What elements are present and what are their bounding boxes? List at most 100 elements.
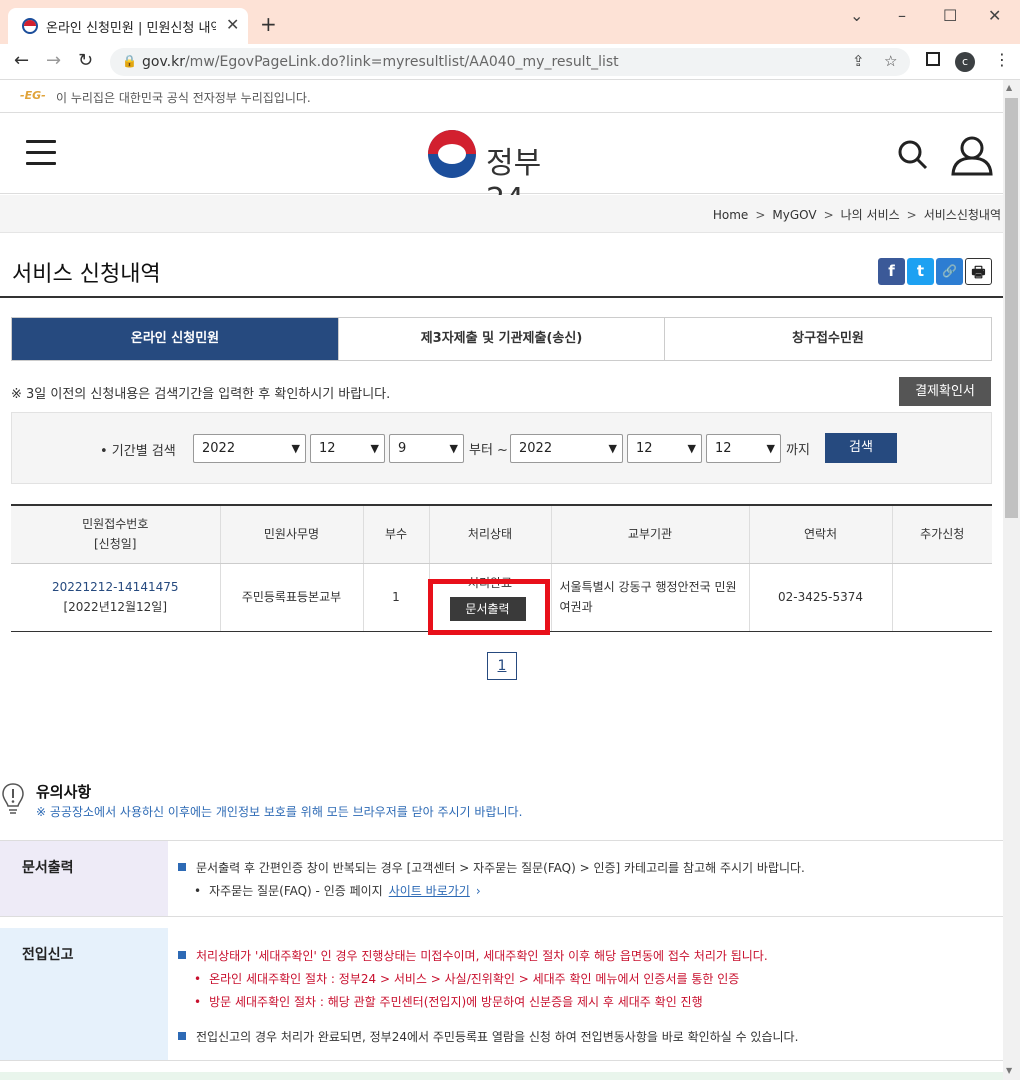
lock-icon[interactable]: 🔒 — [122, 54, 137, 68]
caution-title: 유의사항 — [36, 783, 92, 801]
scroll-down-icon[interactable]: ▼ — [1006, 1066, 1012, 1075]
address-bar[interactable]: 🔒 gov.kr/mw/EgovPageLink.do?link=myresul… — [110, 48, 910, 76]
info-doc-print-line1: 문서출력 후 간편인증 창이 반복되는 경우 [고객센터 > 자주묻는 질문(F… — [178, 859, 805, 876]
user-login-icon[interactable] — [950, 136, 994, 176]
twitter-icon[interactable]: t — [907, 258, 934, 285]
copy-link-icon[interactable]: 🔗 — [936, 258, 963, 285]
info-move-in-line3: • 방문 세대주확인 절차 : 해당 관할 주민센터(전입지)에 방문하여 신분증… — [194, 995, 703, 1009]
info-move-in-line1: 처리상태가 '세대주확인' 인 경우 진행상태는 미접수이며, 세대주확인 절차… — [178, 947, 768, 964]
caution-bulb-icon — [2, 783, 24, 814]
site-header: 정부24 — [0, 114, 1003, 217]
scroll-up-icon[interactable]: ▲ — [1006, 83, 1012, 92]
scrollbar-thumb[interactable] — [1005, 98, 1018, 518]
browser-menu-icon[interactable]: ⋮ — [994, 50, 1010, 69]
col-service-name: 민원사무명 — [220, 504, 364, 564]
forward-arrow-icon[interactable]: → — [46, 50, 61, 71]
info-move-in: 전입신고 처리상태가 '세대주확인' 인 경우 진행상태는 미접수이며, 세대주… — [0, 928, 1003, 1061]
service-name: 주민등록표등본교부 — [220, 563, 364, 632]
receipt-cell: 20221212-14141475 [2022년12월12일] — [11, 563, 221, 632]
url-text: gov.kr/mw/EgovPageLink.do?link=myresultl… — [142, 54, 619, 70]
address-toolbar: ← → ↻ 🔒 gov.kr/mw/EgovPageLink.do?link=m… — [0, 44, 1020, 80]
square-bullet-icon — [178, 951, 186, 959]
chevron-down-icon: ▼ — [608, 442, 617, 455]
col-issuing-org: 교부기관 — [551, 504, 750, 564]
period-search-label: • 기간별 검색 — [100, 444, 176, 459]
profile-avatar[interactable]: c — [955, 52, 975, 72]
share-page-icon[interactable]: ⇪ — [852, 52, 865, 70]
pagination-page[interactable]: 1 — [487, 652, 517, 680]
col-copies: 부수 — [363, 504, 430, 564]
facebook-icon[interactable]: f — [878, 258, 905, 285]
new-tab-button[interactable]: + — [260, 12, 277, 36]
chevron-down-icon: ▼ — [370, 442, 379, 455]
info-doc-print-label: 문서출력 — [0, 841, 168, 916]
close-window-button[interactable]: ✕ — [988, 6, 1001, 25]
tab-close-icon[interactable]: ✕ — [226, 15, 239, 34]
taegeuk-logo-icon — [428, 130, 476, 178]
square-bullet-icon — [178, 1032, 186, 1040]
service-tabs: 온라인 신청민원 제3자제출 및 기관제출(송신) 창구접수민원 — [11, 317, 992, 361]
receipt-number-link[interactable]: 20221212-14141475 — [52, 580, 179, 594]
search-period-notice: ※ 3일 이전의 신청내용은 검색기간을 입력한 후 확인하시기 바랍니다. — [11, 387, 391, 402]
chevron-down-icon: ▼ — [766, 442, 775, 455]
from-day-select[interactable]: 9 ▼ — [389, 434, 464, 463]
caution-subtitle: ※ 공공장소에서 사용하신 이후에는 개인정보 보호를 위해 모든 브라우저를 … — [36, 805, 523, 819]
from-month-select[interactable]: 12 ▼ — [310, 434, 385, 463]
info-doc-print-line2: • 자주묻는 질문(FAQ) - 인증 페이지 사이트 바로가기 › — [194, 884, 481, 898]
contact-number: 02-3425-5374 — [749, 563, 893, 632]
tab-counter-application[interactable]: 창구접수민원 — [665, 318, 991, 360]
breadcrumb-home[interactable]: Home — [713, 208, 748, 222]
breadcrumb-bar: Home > MyGOV > 나의 서비스 > 서비스신청내역 — [0, 195, 1003, 233]
faq-site-link[interactable]: 사이트 바로가기 — [389, 884, 470, 898]
gov-notice-text[interactable]: 이 누리집은 대한민국 공식 전자정부 누리집입니다. — [56, 89, 311, 106]
bookmark-star-icon[interactable]: ☆ — [884, 52, 897, 70]
info-move-in-line2: • 온라인 세대주확인 절차 : 정부24 > 서비스 > 사실/진위확인 > 세… — [194, 972, 740, 986]
to-year-select[interactable]: 2022 ▼ — [510, 434, 623, 463]
info-move-in-line4: 전입신고의 경우 처리가 완료되면, 정부24에서 주민등록표 열람을 신청 하… — [178, 1028, 798, 1045]
chevron-right-icon: > — [755, 208, 766, 222]
tab-search-icon[interactable]: ⌄ — [850, 6, 863, 25]
table-header-row: 민원접수번호 [신청일] 민원사무명 부수 처리상태 교부기관 연락처 추가신청 — [11, 504, 992, 564]
copies-value: 1 — [363, 563, 430, 632]
page-title: 서비스 신청내역 — [12, 262, 161, 287]
chevron-right-icon: › — [475, 884, 481, 898]
print-icon[interactable]: 🖶 — [965, 258, 992, 285]
breadcrumb-current[interactable]: 서비스신청내역 — [924, 208, 1001, 222]
gov-official-notice: -EG- 이 누리집은 대한민국 공식 전자정부 누리집입니다. — [0, 80, 1003, 113]
search-icon[interactable] — [898, 140, 928, 170]
breadcrumb-my-service[interactable]: 나의 서비스 — [841, 208, 900, 222]
info-doc-print: 문서출력 문서출력 후 간편인증 창이 반복되는 경우 [고객센터 > 자주묻는… — [0, 841, 1003, 917]
next-section-strip — [0, 1072, 1003, 1080]
col-status: 처리상태 — [429, 504, 552, 564]
to-suffix-label: 까지 — [786, 443, 810, 458]
maximize-button[interactable]: ☐ — [943, 6, 957, 25]
from-year-select[interactable]: 2022 ▼ — [193, 434, 306, 463]
browser-tab-strip: 온라인 신청민원 | 민원신청 내역 ✕ + ⌄ – ☐ ✕ — [0, 0, 1020, 44]
col-contact: 연락처 — [749, 504, 893, 564]
to-month-select[interactable]: 12 ▼ — [627, 434, 702, 463]
gov-favicon-icon — [22, 18, 38, 34]
tab-online-application[interactable]: 온라인 신청민원 — [12, 318, 339, 360]
to-day-select[interactable]: 12 ▼ — [706, 434, 781, 463]
payment-confirmation-button[interactable]: 결제확인서 — [899, 377, 991, 406]
side-panel-icon[interactable] — [926, 52, 940, 66]
hamburger-menu-icon[interactable] — [26, 140, 56, 166]
gov24-logo[interactable]: 정부24 — [428, 130, 578, 217]
minimize-button[interactable]: – — [898, 6, 906, 25]
breadcrumb-mygov[interactable]: MyGOV — [772, 208, 816, 222]
search-button[interactable]: 검색 — [825, 433, 897, 463]
back-arrow-icon[interactable]: ← — [14, 50, 29, 71]
info-move-in-label: 전입신고 — [0, 928, 168, 1060]
application-date: [2022년12월12일] — [63, 600, 168, 614]
chevron-down-icon: ▼ — [449, 442, 458, 455]
period-search-box: • 기간별 검색 2022 ▼ 12 ▼ 9 ▼ 부터 ~ 2022 ▼ 12 ▼ 12 ▼… — [11, 412, 992, 484]
chevron-down-icon: ▼ — [687, 442, 696, 455]
browser-tab[interactable]: 온라인 신청민원 | 민원신청 내역 ✕ — [8, 8, 248, 44]
extra-application — [892, 563, 992, 632]
chevron-right-icon: > — [823, 208, 834, 222]
col-receipt-no: 민원접수번호 [신청일] — [11, 504, 221, 564]
highlight-box — [428, 579, 550, 635]
chevron-down-icon: ▼ — [291, 442, 300, 455]
tab-third-party-submission[interactable]: 제3자제출 및 기관제출(송신) — [339, 318, 665, 360]
reload-icon[interactable]: ↻ — [78, 50, 93, 71]
